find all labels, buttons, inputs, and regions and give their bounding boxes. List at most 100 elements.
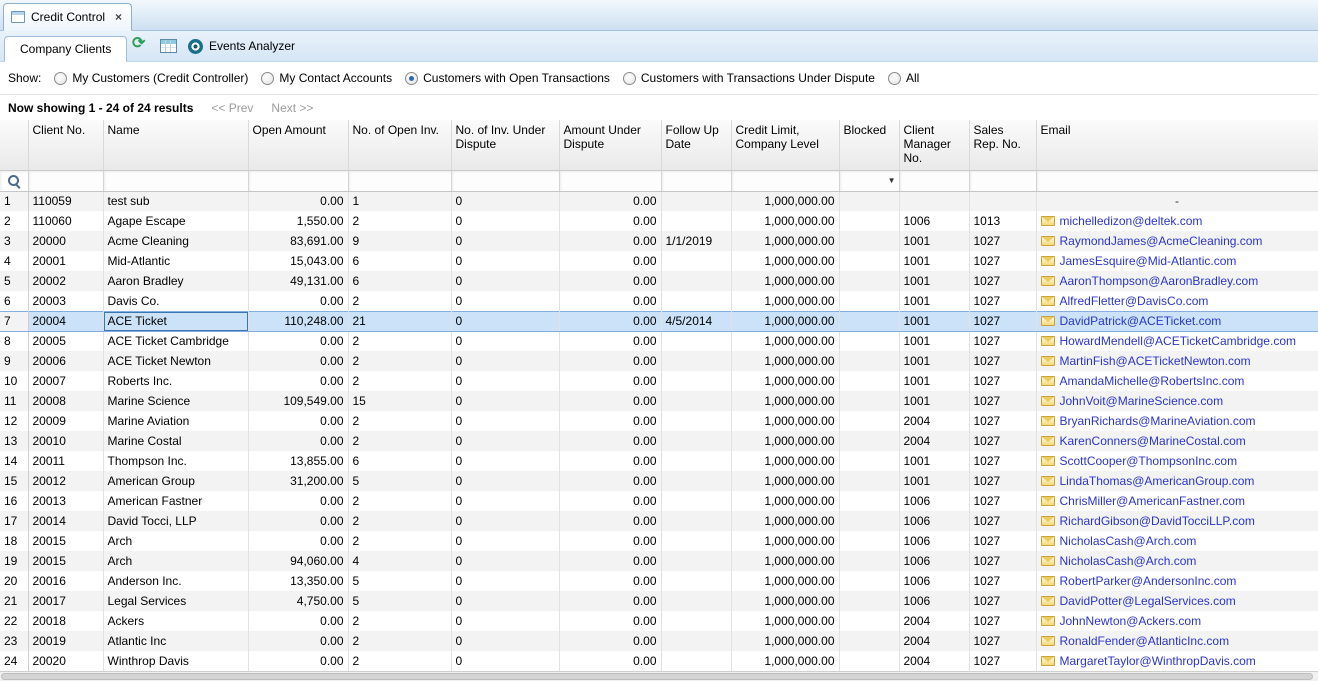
search-icon[interactable] [7, 174, 21, 188]
email-link[interactable]: RonaldFender@AtlanticInc.com [1060, 634, 1230, 648]
email-link[interactable]: AaronThompson@AaronBradley.com [1060, 274, 1259, 288]
filter-input-client-manager-no[interactable] [899, 170, 969, 191]
filter-input-no-of-inv-under-dispute[interactable] [451, 170, 559, 191]
company-clients-tab[interactable]: Company Clients [4, 36, 127, 62]
column-header-client-manager-no[interactable]: Client Manager No. [899, 120, 969, 170]
column-header-amount-under-dispute[interactable]: Amount Under Dispute [559, 120, 661, 170]
email-link[interactable]: michelledizon@deltek.com [1060, 214, 1203, 228]
email-link[interactable]: JohnNewton@Ackers.com [1060, 614, 1202, 628]
email-link[interactable]: KarenConners@MarineCostal.com [1060, 434, 1246, 448]
horizontal-scrollbar[interactable] [0, 671, 1318, 681]
table-row[interactable]: 2110060Agape Escape1,550.00200.001,000,0… [0, 211, 1318, 231]
refresh-icon[interactable]: ⟳ [132, 36, 145, 52]
table-row[interactable]: 420001Mid-Atlantic15,043.00600.001,000,0… [0, 251, 1318, 271]
filter-input-no-of-open-inv[interactable] [348, 170, 451, 191]
email-link[interactable]: RobertParker@AndersonInc.com [1060, 574, 1237, 588]
email-link[interactable]: MartinFish@ACETicketNewton.com [1060, 354, 1251, 368]
table-row[interactable]: 2320019Atlantic Inc0.00200.001,000,000.0… [0, 631, 1318, 651]
table-row[interactable]: 1620013American Fastner0.00200.001,000,0… [0, 491, 1318, 511]
scrollbar-thumb[interactable] [1, 673, 1313, 680]
column-header-credit-limit-company-level[interactable]: Credit Limit, Company Level [731, 120, 839, 170]
email-link[interactable]: DavidPatrick@ACETicket.com [1060, 314, 1222, 328]
table-row[interactable]: 1110059test sub0.00100.001,000,000.00- [0, 191, 1318, 211]
filter-input-email[interactable] [1036, 170, 1318, 191]
cell-blocked [839, 391, 899, 411]
credit-control-tab[interactable]: Credit Control × [3, 3, 132, 31]
column-header-sales-rep-no[interactable]: Sales Rep. No. [969, 120, 1036, 170]
table-row[interactable]: 1320010Marine Costal0.00200.001,000,000.… [0, 431, 1318, 451]
email-icon [1041, 656, 1055, 666]
table-row[interactable]: 820005ACE Ticket Cambridge0.00200.001,00… [0, 331, 1318, 351]
table-row[interactable]: 620003Davis Co.0.00200.001,000,000.00100… [0, 291, 1318, 311]
cell-name: test sub [103, 191, 248, 211]
radio-my-contact-accounts[interactable]: My Contact Accounts [261, 71, 392, 85]
table-row[interactable]: 920006ACE Ticket Newton0.00200.001,000,0… [0, 351, 1318, 371]
table-row[interactable]: 2120017Legal Services4,750.00500.001,000… [0, 591, 1318, 611]
next-link[interactable]: Next >> [271, 101, 313, 115]
cell-credit-limit: 1,000,000.00 [731, 231, 839, 251]
filter-input-credit-limit-company-level[interactable] [731, 170, 839, 191]
table-row[interactable]: 1220009Marine Aviation0.00200.001,000,00… [0, 411, 1318, 431]
column-header-no-of-inv-under-dispute[interactable]: No. of Inv. Under Dispute [451, 120, 559, 170]
email-link[interactable]: ScottCooper@ThompsonInc.com [1060, 454, 1238, 468]
table-row[interactable]: 1420011Thompson Inc.13,855.00600.001,000… [0, 451, 1318, 471]
email-link[interactable]: DavidPotter@LegalServices.com [1060, 594, 1236, 608]
cell-sales-rep-no: 1027 [969, 571, 1036, 591]
table-row[interactable]: 720004ACE Ticket110,248.002100.004/5/201… [0, 311, 1318, 331]
filter-input-blocked[interactable]: ▼ [839, 170, 899, 191]
cell-name: Marine Aviation [103, 411, 248, 431]
radio-customers-with-open-transactions[interactable]: Customers with Open Transactions [405, 71, 610, 85]
blocked-filter-dropdown-icon[interactable]: ▼ [888, 176, 896, 186]
email-link[interactable]: AmandaMichelle@RobertsInc.com [1060, 374, 1245, 388]
radio-all[interactable]: All [888, 71, 919, 85]
email-link[interactable]: MargaretTaylor@WinthropDavis.com [1060, 654, 1256, 668]
table-row[interactable]: 1720014David Tocci, LLP0.00200.001,000,0… [0, 511, 1318, 531]
table-row[interactable]: 2020016Anderson Inc.13,350.00500.001,000… [0, 571, 1318, 591]
email-link[interactable]: RaymondJames@AcmeCleaning.com [1060, 234, 1263, 248]
radio-customers-with-transactions-under-dispute[interactable]: Customers with Transactions Under Disput… [623, 71, 875, 85]
table-row[interactable]: 320000Acme Cleaning83,691.00900.001/1/20… [0, 231, 1318, 251]
email-link[interactable]: JamesEsquire@Mid-Atlantic.com [1060, 254, 1237, 268]
filter-input-open-amount[interactable] [248, 170, 348, 191]
filter-input-amount-under-dispute[interactable] [559, 170, 661, 191]
column-header-open-amount[interactable]: Open Amount [248, 120, 348, 170]
table-view-icon[interactable] [160, 39, 177, 53]
table-row[interactable]: 520002Aaron Bradley49,131.00600.001,000,… [0, 271, 1318, 291]
email-link[interactable]: NicholasCash@Arch.com [1060, 554, 1197, 568]
table-row[interactable]: 1520012American Group31,200.00500.001,00… [0, 471, 1318, 491]
email-link[interactable]: LindaThomas@AmericanGroup.com [1060, 474, 1255, 488]
cell-email: - [1036, 191, 1318, 211]
filter-input-name[interactable] [103, 170, 248, 191]
filter-input-sales-rep-no[interactable] [969, 170, 1036, 191]
email-link[interactable]: ChrisMiller@AmericanFastner.com [1060, 494, 1246, 508]
table-row[interactable]: 1020007Roberts Inc.0.00200.001,000,000.0… [0, 371, 1318, 391]
table-row[interactable]: 1120008Marine Science109,549.001500.001,… [0, 391, 1318, 411]
email-icon [1041, 436, 1055, 446]
filter-input-follow-up-date[interactable] [661, 170, 731, 191]
cell-client-manager-no: 1001 [899, 291, 969, 311]
cell-follow-up-date [661, 531, 731, 551]
cell-sales-rep-no: 1027 [969, 551, 1036, 571]
email-link[interactable]: HowardMendell@ACETicketCambridge.com [1060, 334, 1296, 348]
column-header-email[interactable]: Email [1036, 120, 1318, 170]
filter-input-client-no[interactable] [28, 170, 103, 191]
email-link[interactable]: AlfredFletter@DavisCo.com [1060, 294, 1209, 308]
table-row[interactable]: 1820015Arch0.00200.001,000,000.001006102… [0, 531, 1318, 551]
table-row[interactable]: 1920015Arch94,060.00400.001,000,000.0010… [0, 551, 1318, 571]
email-link[interactable]: BryanRichards@MarineAviation.com [1060, 414, 1256, 428]
radio-my-customers-credit-controller[interactable]: My Customers (Credit Controller) [54, 71, 248, 85]
table-row[interactable]: 2420020Winthrop Davis0.00200.001,000,000… [0, 651, 1318, 671]
column-header-client-no[interactable]: Client No. [28, 120, 103, 170]
email-link[interactable]: NicholasCash@Arch.com [1060, 534, 1197, 548]
column-header-follow-up-date[interactable]: Follow Up Date [661, 120, 731, 170]
column-header-name[interactable]: Name [103, 120, 248, 170]
cell-follow-up-date [661, 451, 731, 471]
email-link[interactable]: RichardGibson@DavidTocciLLP.com [1060, 514, 1255, 528]
column-header-blocked[interactable]: Blocked [839, 120, 899, 170]
table-row[interactable]: 2220018Ackers0.00200.001,000,000.0020041… [0, 611, 1318, 631]
close-tab-icon[interactable]: × [115, 10, 122, 24]
events-analyzer-button[interactable]: Events Analyzer [188, 31, 295, 61]
email-link[interactable]: JohnVoit@MarineScience.com [1060, 394, 1224, 408]
prev-link[interactable]: << Prev [211, 101, 253, 115]
column-header-no-of-open-inv[interactable]: No. of Open Inv. [348, 120, 451, 170]
